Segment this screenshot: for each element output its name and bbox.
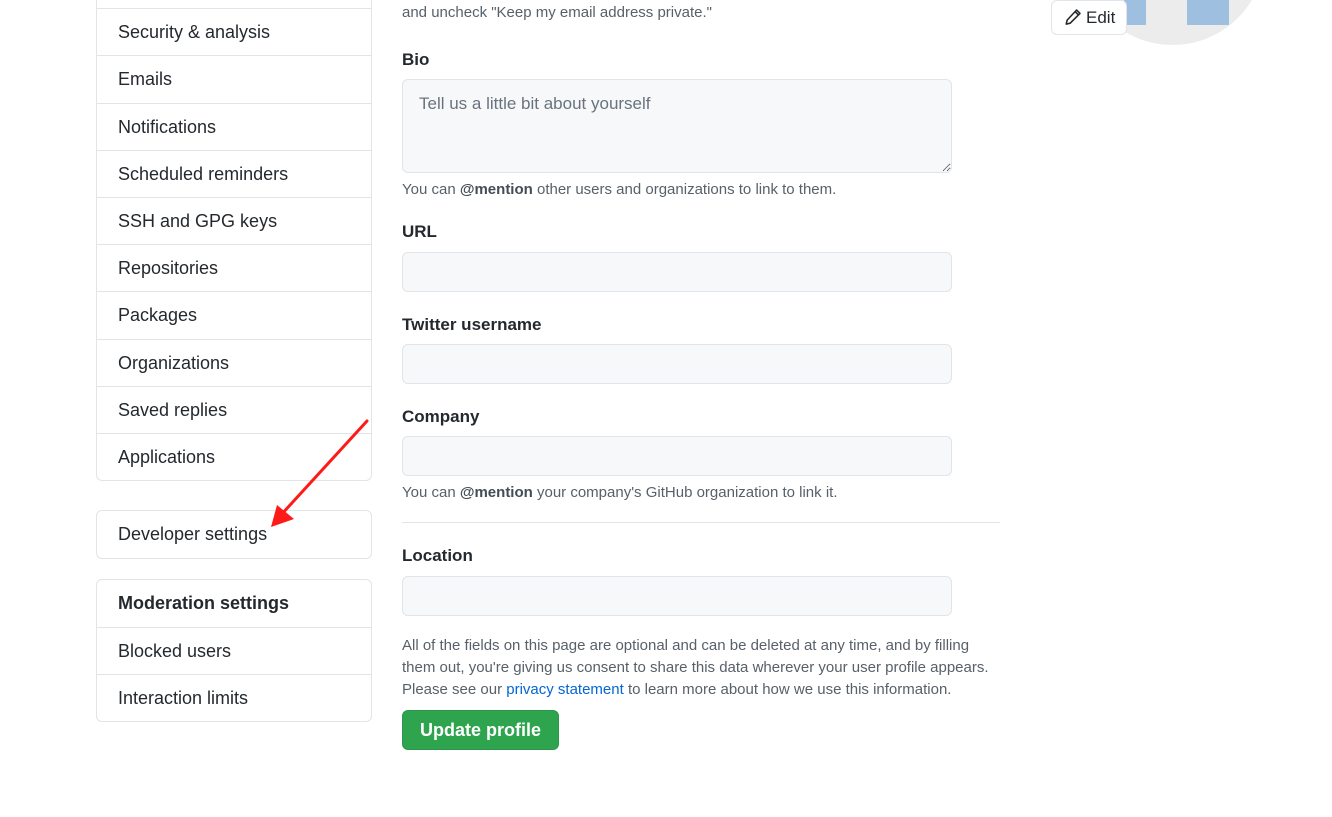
twitter-username-input[interactable]	[402, 344, 952, 384]
edit-avatar-button[interactable]: Edit	[1051, 0, 1127, 35]
avatar-identicon-block	[1124, 0, 1146, 25]
url-input[interactable]	[402, 252, 952, 292]
url-label: URL	[402, 222, 437, 241]
sidebar-item-interaction-limits[interactable]: Interaction limits	[97, 674, 371, 721]
twitter-username-label: Twitter username	[402, 315, 542, 334]
company-note-suffix: your company's GitHub organization to li…	[532, 484, 838, 501]
location-input[interactable]	[402, 576, 952, 616]
sidebar-item-account-security[interactable]	[97, 0, 371, 8]
sidebar-item-notifications[interactable]: Notifications	[97, 102, 371, 150]
pencil-icon	[1065, 9, 1081, 25]
email-privacy-note: and uncheck "Keep my email address priva…	[402, 4, 712, 21]
company-note-prefix: You can	[402, 484, 460, 501]
company-note: You can @mention your company's GitHub o…	[402, 484, 838, 501]
update-profile-button[interactable]: Update profile	[402, 710, 559, 750]
sidebar-item-blocked-users[interactable]: Blocked users	[97, 627, 371, 674]
sidebar-item-scheduled-reminders[interactable]: Scheduled reminders	[97, 149, 371, 197]
avatar-identicon-block	[1187, 0, 1229, 25]
disclaimer-text-end: to learn more about how we use this info…	[623, 681, 952, 698]
bio-textarea[interactable]	[402, 79, 952, 173]
profile-settings-page: Security & analysis Emails Notifications…	[0, 0, 1332, 817]
location-label: Location	[402, 546, 473, 565]
bio-note: You can @mention other users and organiz…	[402, 181, 836, 198]
moderation-settings-header: Moderation settings	[118, 593, 290, 613]
sidebar-item-ssh-gpg-keys[interactable]: SSH and GPG keys	[97, 196, 371, 244]
sidebar-item-security-analysis[interactable]: Security & analysis	[97, 8, 371, 55]
edit-label: Edit	[1086, 8, 1116, 27]
company-input[interactable]	[402, 436, 952, 476]
sidebar-item-emails[interactable]: Emails	[97, 55, 371, 102]
annotation-arrow	[271, 419, 369, 527]
sidebar-item-repositories[interactable]: Repositories	[97, 244, 371, 291]
bio-note-prefix: You can	[402, 181, 460, 198]
form-divider	[402, 522, 1000, 523]
bio-note-suffix: other users and organizations to link to…	[532, 181, 837, 198]
privacy-statement-link[interactable]: privacy statement	[506, 681, 624, 698]
bio-label: Bio	[402, 50, 430, 69]
company-note-mention: @mention	[459, 484, 533, 501]
sidebar-item-packages[interactable]: Packages	[97, 291, 371, 338]
company-label: Company	[402, 407, 480, 426]
moderation-settings-menu: Moderation settings Blocked users Intera…	[96, 579, 372, 722]
bio-note-mention: @mention	[459, 181, 533, 198]
settings-sidebar: Security & analysis Emails Notifications…	[96, 0, 372, 482]
privacy-disclaimer: All of the fields on this page are optio…	[402, 635, 1002, 701]
sidebar-item-organizations[interactable]: Organizations	[97, 338, 371, 386]
